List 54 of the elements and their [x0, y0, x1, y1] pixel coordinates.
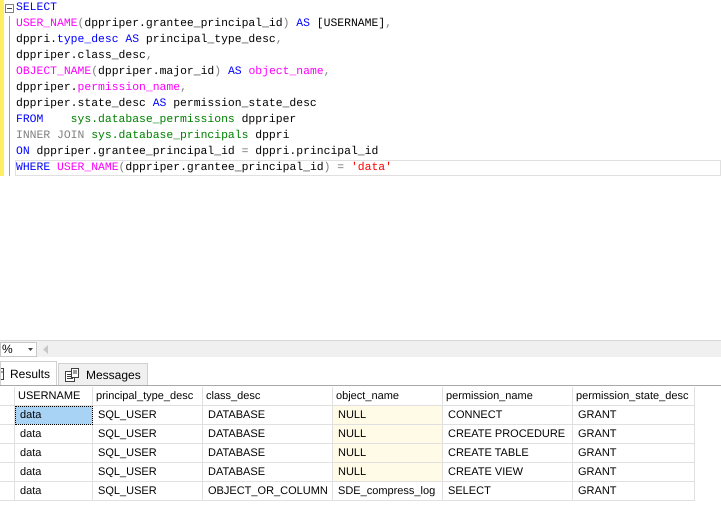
table-cell[interactable]: SDE_compress_log: [333, 482, 443, 501]
table-cell[interactable]: NULL: [333, 425, 443, 444]
column-header[interactable]: class_desc: [203, 387, 333, 406]
table-cell[interactable]: CREATE PROCEDURE: [443, 425, 573, 444]
row-header[interactable]: [0, 463, 15, 482]
table-cell[interactable]: CONNECT: [443, 406, 573, 425]
table-cell[interactable]: data: [15, 463, 93, 482]
row-header[interactable]: [0, 387, 15, 406]
zoom-combo[interactable]: %: [0, 342, 37, 356]
row-header[interactable]: [0, 444, 15, 463]
code-line: dppri.type_desc AS principal_type_desc,: [16, 34, 283, 46]
table-cell[interactable]: SQL_USER: [93, 482, 203, 501]
code-line: SELECT: [16, 2, 58, 14]
table-cell[interactable]: SQL_USER: [93, 425, 203, 444]
table-cell[interactable]: GRANT: [573, 444, 695, 463]
table-cell[interactable]: NULL: [333, 463, 443, 482]
code-line: WHERE USER_NAME(dppriper.grantee_principal_id) = 'data': [16, 162, 392, 174]
collapse-icon[interactable]: [5, 4, 14, 12]
table-cell[interactable]: CREATE VIEW: [443, 463, 573, 482]
table-cell[interactable]: GRANT: [573, 425, 695, 444]
table-cell[interactable]: SQL_USER: [93, 463, 203, 482]
document-icon: [65, 368, 80, 382]
table-cell[interactable]: CREATE TABLE: [443, 444, 573, 463]
code-line: ON dppriper.grantee_principal_id = dppri.principal_id: [16, 146, 378, 158]
code-line: FROM sys.database_permissions dppriper: [16, 114, 296, 126]
row-header[interactable]: [0, 425, 15, 444]
row-header[interactable]: [0, 482, 15, 501]
code-line: OBJECT_NAME(dppriper.major_id) AS object_name,: [16, 66, 330, 78]
table-cell[interactable]: SQL_USER: [93, 406, 203, 425]
table-cell[interactable]: NULL: [333, 406, 443, 425]
code-line: dppriper.class_desc,: [16, 50, 153, 62]
column-header[interactable]: principal_type_desc: [93, 387, 203, 406]
table-cell[interactable]: GRANT: [573, 406, 695, 425]
scroll-arrow-icon[interactable]: [43, 344, 48, 354]
code-line: dppriper.permission_name,: [16, 82, 187, 94]
table-cell[interactable]: data: [15, 425, 93, 444]
caret-icon: [28, 348, 33, 350]
tab[interactable]: Messages: [58, 363, 148, 385]
table-cell[interactable]: data: [15, 406, 93, 425]
code-line: dppriper.state_desc AS permission_state_desc: [16, 98, 317, 110]
table-cell[interactable]: GRANT: [573, 482, 695, 501]
tab[interactable]: Results: [0, 361, 58, 385]
table-cell[interactable]: GRANT: [573, 463, 695, 482]
table-cell[interactable]: NULL: [333, 444, 443, 463]
code-line: INNER JOIN sys.database_principals dppri: [16, 130, 290, 142]
column-header[interactable]: permission_name: [443, 387, 573, 406]
table-cell[interactable]: data: [15, 444, 93, 463]
table-cell[interactable]: SQL_USER: [93, 444, 203, 463]
column-header[interactable]: permission_state_desc: [573, 387, 695, 406]
table-cell[interactable]: OBJECT_OR_COLUMN: [203, 482, 333, 501]
grid-icon: [1, 368, 4, 380]
table-cell[interactable]: SELECT: [443, 482, 573, 501]
table-cell[interactable]: data: [15, 482, 93, 501]
code-line: USER_NAME(dppriper.grantee_principal_id) AS [USERNAME],: [16, 18, 392, 30]
